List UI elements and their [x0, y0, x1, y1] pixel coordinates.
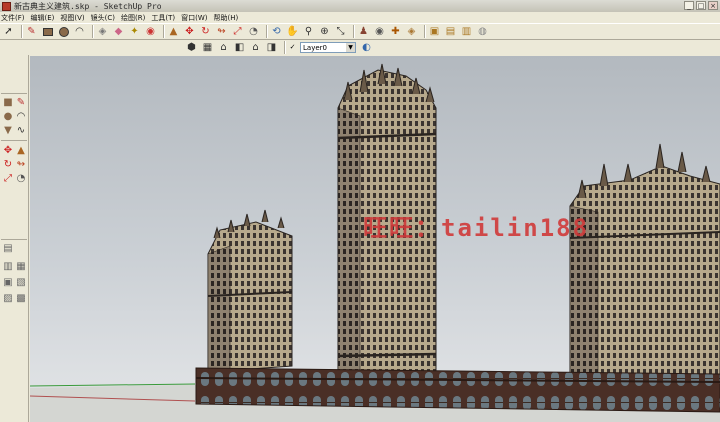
layer-visible-checkbox[interactable]: ✓ [288, 43, 297, 52]
rectangle-icon[interactable] [41, 25, 54, 38]
look-around-icon[interactable]: ◉ [373, 25, 386, 38]
layer-manager-icon[interactable]: ◐ [360, 41, 373, 54]
select-arrow-icon[interactable]: ➚ [2, 25, 15, 38]
podium-building [195, 367, 720, 413]
iso-view-icon[interactable]: ⬢ [185, 41, 198, 54]
toolbar-separator [163, 25, 164, 38]
offset-tool-icon[interactable]: ◔ [15, 173, 27, 185]
scenes-tool-icon[interactable]: ▣ [2, 277, 14, 289]
outliner-tool-icon[interactable]: ▦ [15, 261, 27, 273]
circle-icon[interactable] [57, 25, 70, 38]
follow-me-icon[interactable]: ↬ [215, 25, 228, 38]
circle-tool-icon[interactable]: ● [2, 111, 14, 123]
scale-tool-icon[interactable]: ⤢ [2, 173, 14, 185]
component-tool-icon[interactable]: ▤ [2, 243, 14, 255]
top-view-icon[interactable]: ▦ [201, 41, 214, 54]
section-plane-icon[interactable]: ◈ [405, 25, 418, 38]
eraser-icon[interactable]: ◆ [112, 25, 125, 38]
move-tool-icon[interactable]: ✥ [2, 145, 14, 157]
sketchup-app-icon [2, 1, 11, 11]
push-pull-tool-icon[interactable]: ▲ [15, 145, 27, 157]
line-tool-icon[interactable]: ✎ [15, 97, 27, 109]
paint-bucket-icon[interactable]: ◉ [144, 25, 157, 38]
menu-view[interactable]: 视图(V) [60, 13, 84, 23]
left-tool-palette: ■ ✎ ● ◠ ▼ ∿ ✥ ▲ ↻ ↬ ⤢ ◔ ▤ ▥ ▦ ▣ ▧ ▨ ▩ [0, 55, 29, 422]
zoom-window-icon[interactable]: ⊕ [318, 25, 331, 38]
maximize-button[interactable]: □ [696, 1, 706, 10]
styles-tool-icon[interactable]: ▧ [15, 277, 27, 289]
watermark-text: 旺旺：tailin188 [363, 214, 590, 242]
toolbar-separator [1, 140, 27, 141]
window-title: 新古典主义建筑.skp - SketchUp Pro [14, 1, 162, 11]
offset-icon[interactable]: ◔ [247, 25, 260, 38]
menu-help[interactable]: 帮助(H) [213, 13, 238, 23]
back-view-icon[interactable]: ⌂ [249, 41, 262, 54]
title-bar: 新古典主义建筑.skp - SketchUp Pro _ □ × [0, 0, 720, 12]
window-controls: _ □ × [684, 1, 718, 10]
position-camera-icon[interactable]: ✚ [389, 25, 402, 38]
walk-icon[interactable]: ♟ [357, 25, 370, 38]
menu-camera[interactable]: 镜头(C) [91, 13, 115, 23]
menu-file[interactable]: 文件(F) [1, 13, 25, 23]
menu-window[interactable]: 窗口(W) [181, 13, 207, 23]
right-tower [569, 143, 720, 387]
tape-measure-icon[interactable]: ✦ [128, 25, 141, 38]
main-toolbar: ➚ ✎ ◠ ◈ ◆ ✦ ◉ ▲ ✥ ↻ ↬ ⤢ ◔ ⟲ ✋ ⚲ ⊕ ⤡ ♟ ◉ … [0, 23, 720, 40]
menu-tools[interactable]: 工具(T) [151, 13, 175, 23]
extension-icon[interactable]: ◍ [476, 25, 489, 38]
rotate-tool-icon[interactable]: ↻ [2, 159, 14, 171]
left-tower [207, 209, 293, 375]
toolbar-separator [353, 25, 354, 38]
scale-icon[interactable]: ⤢ [231, 25, 244, 38]
follow-me-tool-icon[interactable]: ↬ [15, 159, 27, 171]
toolbar-separator [1, 93, 27, 94]
right-view-icon[interactable]: ◧ [233, 41, 246, 54]
orbit-icon[interactable]: ⟲ [270, 25, 283, 38]
toolbar-separator [21, 25, 22, 38]
arc-tool-icon[interactable]: ◠ [15, 111, 27, 123]
pan-hand-icon[interactable]: ✋ [286, 25, 299, 38]
zoom-extents-icon[interactable]: ⤡ [334, 25, 347, 38]
pencil-icon[interactable]: ✎ [25, 25, 38, 38]
toolbar-separator [266, 25, 267, 38]
toolbar-separator [424, 25, 425, 38]
toolbar-separator [92, 25, 93, 38]
arc-icon[interactable]: ◠ [73, 25, 86, 38]
toolbar-separator [1, 239, 27, 240]
close-button[interactable]: × [708, 1, 718, 10]
minimize-button[interactable]: _ [684, 1, 694, 10]
rectangle-tool-icon[interactable]: ■ [2, 97, 14, 109]
freehand-tool-icon[interactable]: ∿ [15, 125, 27, 137]
menu-edit[interactable]: 编辑(E) [31, 13, 55, 23]
front-view-icon[interactable]: ⌂ [217, 41, 230, 54]
rotate-icon[interactable]: ↻ [199, 25, 212, 38]
toolbar-separator [284, 41, 285, 54]
left-view-icon[interactable]: ◨ [265, 41, 278, 54]
menu-bar: 文件(F) 编辑(E) 视图(V) 镜头(C) 绘图(R) 工具(T) 窗口(W… [0, 12, 720, 23]
zoom-icon[interactable]: ⚲ [302, 25, 315, 38]
polygon-tool-icon[interactable]: ▼ [2, 125, 14, 137]
get-models-icon[interactable]: ▣ [428, 25, 441, 38]
push-pull-icon[interactable]: ▲ [167, 25, 180, 38]
share-model-icon[interactable]: ▤ [444, 25, 457, 38]
menu-draw[interactable]: 绘图(R) [121, 13, 145, 23]
move-icon[interactable]: ✥ [183, 25, 196, 38]
materials-tool-icon[interactable]: ▨ [2, 293, 14, 305]
views-layers-toolbar: ⬢ ▦ ⌂ ◧ ⌂ ◨ ✓ Layer0 ▼ ◐ [185, 40, 376, 55]
layer-dropdown-value: Layer0 [303, 43, 327, 52]
shadows-tool-icon[interactable]: ▩ [15, 293, 27, 305]
chevron-down-icon[interactable]: ▼ [346, 43, 355, 52]
layer-dropdown[interactable]: Layer0 ▼ [300, 42, 356, 53]
share-component-icon[interactable]: ▥ [460, 25, 473, 38]
make-component-icon[interactable]: ◈ [96, 25, 109, 38]
group-tool-icon[interactable]: ▥ [2, 261, 14, 273]
model-viewport[interactable]: 旺旺：tailin188 [30, 56, 720, 422]
